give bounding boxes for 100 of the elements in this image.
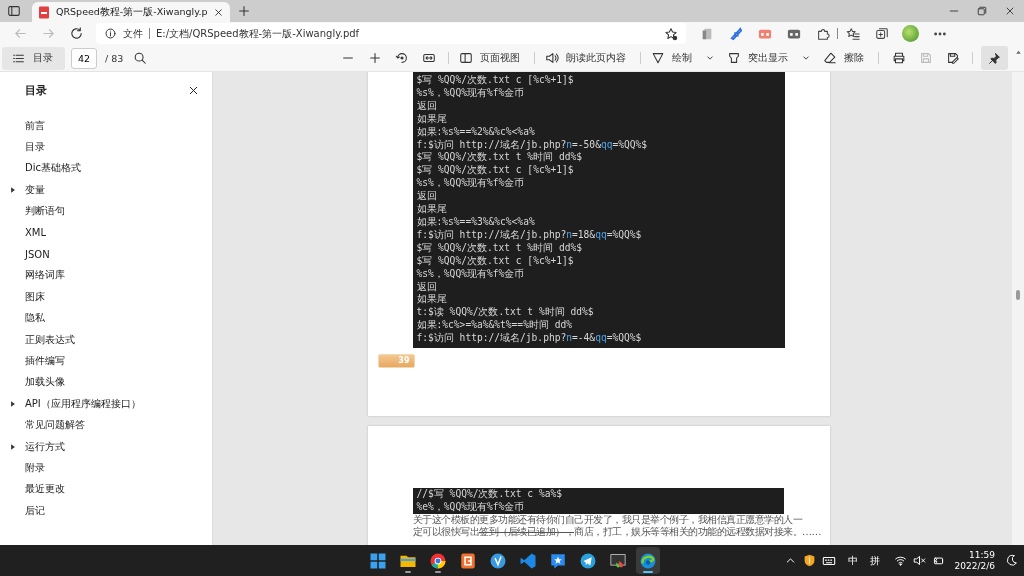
tab-actions-icon[interactable] — [7, 4, 21, 18]
code-line: $写 %QQ%/次数.txt c [%c%+1]$ — [416, 254, 575, 268]
edge-browser-icon[interactable] — [639, 551, 657, 570]
code-line: t:$读 %QQ%/次数.txt t %时间 dd%$ — [416, 306, 595, 320]
contents-button[interactable]: 目录 — [2, 46, 65, 70]
toolbar-button[interactable]: 擦除 — [819, 51, 868, 65]
outline-item[interactable]: 变量 — [25, 182, 45, 197]
code-line: 如果尾 — [416, 293, 448, 307]
code-line: %s%，%QQ%现有%f%金币 — [416, 177, 526, 191]
code-line: 如果:%s%==%3%&%c%<%a% — [416, 215, 536, 229]
code-line: $写 %QQ%/次数.txt c [%c%+1]$ — [416, 74, 575, 87]
save-as-icon[interactable] — [945, 51, 960, 65]
pin-icon — [988, 51, 1001, 65]
code-line: 返回 — [416, 280, 438, 294]
outline-item[interactable]: JSON — [25, 248, 50, 260]
new-tab-icon[interactable] — [237, 4, 252, 18]
code-line: 如果尾 — [416, 112, 448, 126]
highlight-icon — [727, 51, 741, 65]
outline-item[interactable]: 判断语句 — [25, 204, 65, 219]
profile-avatar[interactable] — [902, 25, 919, 42]
outline-item[interactable]: 图床 — [25, 289, 45, 304]
outline-item[interactable]: 后记 — [25, 503, 45, 518]
read-aloud-icon — [545, 51, 559, 65]
outline-item[interactable]: 隐私 — [25, 311, 45, 326]
code-line: $写 %QQ%/次数.txt t %时间 dd%$ — [416, 241, 584, 255]
code-line: %e%，%QQ%现有%f%金币 — [416, 500, 526, 514]
restore-icon[interactable] — [976, 5, 988, 17]
toolbar-button[interactable]: 页面视图 — [455, 51, 524, 65]
code-line: 如果:%c%>=%a%&%t%==%时间 dd% — [416, 319, 574, 332]
outline-item[interactable]: 正则表达式 — [25, 332, 75, 347]
pin-button[interactable] — [981, 46, 1008, 70]
address-bar[interactable]: 文件 E:/文档/QRSpeed教程-第一版-Xiwangly.pdf — [96, 23, 686, 44]
sidebar-title: 目录 — [25, 83, 47, 98]
close-window-icon[interactable] — [1004, 5, 1016, 17]
toolbar-button[interactable]: 绘制 — [647, 51, 696, 65]
wifi-icon[interactable] — [893, 554, 907, 567]
input-method[interactable]: 拼 — [869, 553, 880, 568]
code-editor-icon[interactable] — [519, 551, 537, 570]
code-line: 返回 — [416, 99, 438, 113]
close-icon[interactable] — [213, 6, 225, 18]
star-chat-icon[interactable] — [549, 551, 567, 570]
pen-extension-icon[interactable] — [728, 26, 743, 41]
paragraph-line: 定可以很快写出签到（后续已追加），商店，打工，娱乐等等相关的功能的远程数据对接来。…… — [412, 525, 821, 538]
battery-icon[interactable] — [931, 554, 945, 567]
add-favorite-icon[interactable] — [664, 26, 678, 41]
scroll-up-icon — [1014, 48, 1023, 57]
page-number-badge: 39 — [377, 354, 415, 369]
outline-item[interactable]: Dic基础格式 — [25, 161, 81, 176]
outline-item[interactable]: 插件编写 — [25, 354, 65, 368]
round-app-icon[interactable] — [489, 551, 507, 570]
document-app-icon[interactable] — [459, 551, 477, 570]
collections-icon[interactable] — [874, 26, 889, 41]
info-icon — [104, 27, 117, 40]
address-label: 文件 — [123, 26, 143, 41]
code-line: $写 %QQ%/次数.txt c [%c%+1]$ — [416, 164, 575, 178]
outline-item[interactable]: 最近更改 — [25, 482, 65, 497]
eraser-icon — [823, 51, 837, 65]
moon-icon[interactable] — [1005, 554, 1018, 567]
paper-plane-icon[interactable] — [579, 551, 597, 570]
pdf-file-icon — [38, 5, 50, 19]
outline-item[interactable]: API（应用程序编程接口） — [25, 396, 141, 411]
shield-icon[interactable] — [802, 554, 816, 567]
code-line: 如果:%s%==%2%&%c%<%a% — [416, 125, 536, 139]
zoom-in-icon[interactable] — [367, 51, 382, 65]
close-icon[interactable] — [187, 84, 200, 97]
code-line: 返回 — [416, 190, 438, 204]
outline-item[interactable]: 网络词库 — [25, 268, 65, 283]
code-line: %s%，%QQ%现有%f%金币 — [416, 267, 526, 281]
favorites-icon[interactable] — [845, 26, 860, 41]
browser-tab[interactable]: QRSpeed教程-第一版-Xiwangly.p — [32, 2, 231, 22]
muted-speaker-icon[interactable] — [912, 554, 926, 567]
extensions-icon[interactable] — [815, 26, 830, 41]
toolbar-button[interactable]: 朗读此页内容 — [541, 51, 630, 65]
outline-item[interactable]: XML — [25, 227, 47, 239]
refresh-icon[interactable] — [68, 26, 84, 41]
page-view-icon — [459, 51, 473, 65]
outline-item[interactable]: 前言 — [25, 118, 45, 133]
outline-item[interactable]: 加载头像 — [25, 375, 65, 390]
outline-item[interactable]: 附录 — [25, 460, 45, 475]
fit-page-icon[interactable] — [421, 51, 436, 65]
page-total: / 83 — [105, 52, 124, 64]
outline-item[interactable]: 常见问题解答 — [25, 418, 85, 433]
outline-item[interactable]: 运行方式 — [25, 439, 65, 454]
print-icon[interactable] — [891, 51, 906, 65]
scrollbar[interactable] — [1012, 72, 1024, 545]
page-number-field[interactable]: 42 — [71, 47, 97, 69]
rotate-icon[interactable] — [394, 51, 409, 65]
code-line: f:$访问 http://域名/jb.php?n=-50&qq=%QQ%$ — [416, 138, 649, 152]
windows-start-icon[interactable] — [369, 551, 387, 570]
screen-tool-icon[interactable] — [609, 551, 627, 570]
address-url: E:/文档/QRSpeed教程-第一版-Xiwangly.pdf — [156, 26, 361, 41]
input-mode[interactable]: 中 — [847, 553, 858, 568]
outline-item[interactable]: 目录 — [25, 140, 45, 155]
clock[interactable]: 11:59 2022/2/6 — [954, 549, 995, 572]
code-line: f:$访问 http://域名/jb.php?n=-4&qq=%QQ%$ — [416, 332, 643, 346]
draw-icon — [651, 51, 665, 65]
toolbar-button[interactable]: 突出显示 — [723, 51, 792, 65]
search-icon[interactable] — [133, 51, 148, 65]
paragraph-line: 关于这个模板的更多功能还有待你们自己开发了，我只是举个例子，我相信真正愿意学的人一 — [412, 513, 802, 526]
browser-icon[interactable] — [429, 551, 447, 570]
